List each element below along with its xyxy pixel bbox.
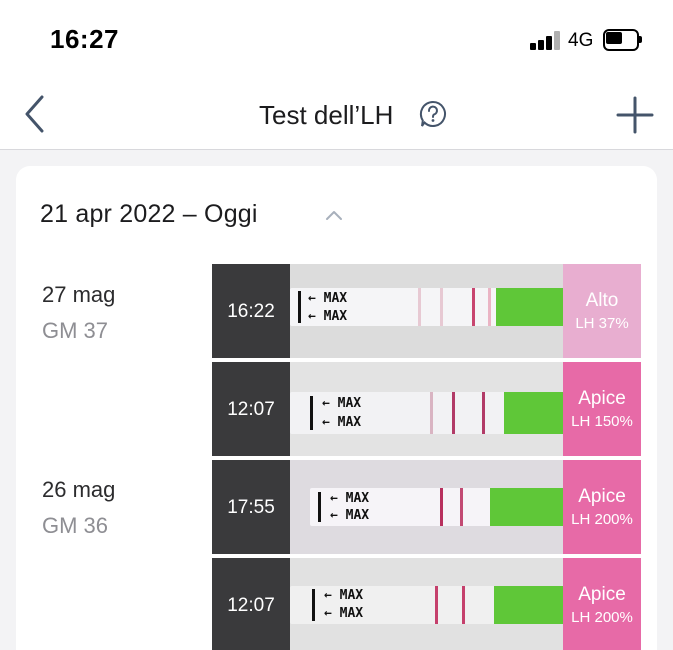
lh-percentage: LH 37%: [575, 315, 629, 332]
help-icon[interactable]: [419, 100, 447, 128]
test-strip-photo: ← MAX ← MAX: [290, 264, 563, 360]
test-time: 16:22: [212, 264, 290, 360]
test-time: 12:07: [212, 362, 290, 458]
date-range-label: 21 apr 2022 – Oggi: [40, 200, 258, 228]
result-label: Apice: [578, 486, 626, 507]
lh-percentage: LH 200%: [571, 511, 633, 528]
back-icon[interactable]: [22, 94, 52, 134]
test-strip-photo: ← MAX ← MAX: [290, 460, 563, 556]
test-row[interactable]: 12:07 ← MAX ← MAX Apice LH 200%: [212, 558, 641, 650]
test-result: Apice LH 200%: [563, 558, 641, 650]
result-label: Apice: [578, 584, 626, 605]
test-strip-photo: ← MAX ← MAX: [290, 558, 563, 650]
test-strip-photo: ← MAX ← MAX: [290, 362, 563, 458]
date-range-header[interactable]: 21 apr 2022 – Oggi: [40, 200, 342, 232]
test-row[interactable]: 16:22 ← MAX ← MAX Alto LH 37%: [212, 264, 641, 360]
test-result: Apice LH 200%: [563, 460, 641, 556]
day-date: 26 mag: [42, 477, 116, 502]
lh-percentage: LH 200%: [571, 609, 633, 626]
day-cycle-label: GM 36: [42, 513, 109, 538]
test-time: 12:07: [212, 558, 290, 650]
status-time: 16:27: [50, 24, 119, 54]
page-title: Test dell’LH: [259, 100, 394, 130]
battery-icon: [603, 29, 642, 51]
status-bar: 16:27 4G: [0, 0, 673, 80]
day-date: 27 mag: [42, 282, 116, 307]
signal-icon: [530, 31, 562, 50]
test-result: Apice LH 150%: [563, 362, 641, 458]
test-time: 17:55: [212, 460, 290, 556]
test-row[interactable]: 17:55 ← MAX ← MAX Apice LH 200%: [212, 460, 641, 556]
nav-bar: Test dell’LH: [0, 80, 673, 150]
day-cycle-label: GM 37: [42, 318, 109, 343]
result-label: Apice: [578, 388, 626, 409]
add-icon[interactable]: [615, 95, 655, 135]
result-label: Alto: [585, 290, 619, 311]
test-result: Alto LH 37%: [563, 264, 641, 360]
lh-percentage: LH 150%: [571, 413, 633, 430]
chevron-up-icon[interactable]: [323, 204, 345, 226]
test-row[interactable]: 12:07 ← MAX ← MAX Apice LH 150%: [212, 362, 641, 458]
network-type: 4G: [568, 30, 594, 51]
lh-test-card: 21 apr 2022 – Oggi 27 mag GM 37 26 mag G…: [16, 166, 657, 650]
